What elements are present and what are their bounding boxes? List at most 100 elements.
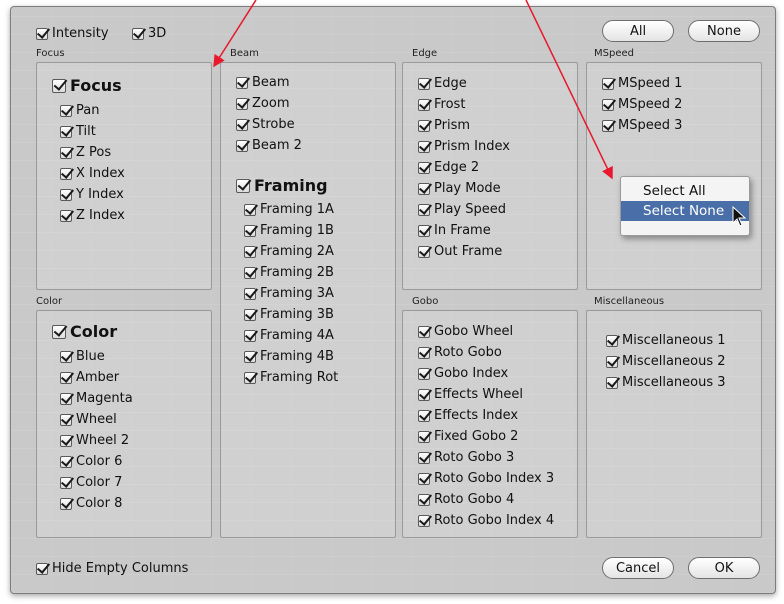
menu-item-select-all[interactable]: Select All (621, 181, 749, 201)
checkbox-item[interactable]: Miscellaneous 1 (606, 333, 726, 348)
checkbox-item[interactable]: MSpeed 1 (602, 76, 682, 91)
checkbox-checked-icon (418, 514, 430, 527)
checkbox-item[interactable]: Strobe (236, 117, 295, 132)
checkbox-item[interactable]: Frost (418, 97, 465, 112)
checkbox-checked-icon (418, 325, 430, 338)
checkbox-item[interactable]: Out Frame (418, 244, 502, 259)
checkbox-checked-icon (606, 376, 618, 389)
checkbox-item[interactable]: Prism (418, 118, 470, 133)
section-title-gobo: Gobo (412, 296, 439, 307)
checkbox-item[interactable]: Tilt (60, 124, 96, 139)
checkbox-item[interactable]: Framing 2A (244, 244, 334, 259)
checkbox-item[interactable]: Color 8 (60, 496, 122, 511)
checkbox-item[interactable]: Z Pos (60, 145, 111, 160)
3d-checkbox[interactable]: 3D (132, 26, 166, 41)
checkbox-item[interactable]: Color 7 (60, 475, 122, 490)
none-button[interactable]: None (688, 20, 760, 42)
checkbox-checked-icon (244, 371, 256, 384)
hide-empty-columns-checkbox[interactable]: Hide Empty Columns (36, 561, 188, 576)
checkbox-item[interactable]: Miscellaneous 3 (606, 375, 726, 390)
checkbox-checked-icon (60, 392, 72, 405)
checkbox-checked-icon (60, 146, 72, 159)
checkbox-item[interactable]: Beam 2 (236, 138, 302, 153)
checkbox-item[interactable]: Framing 1B (244, 223, 334, 238)
checkbox-item[interactable]: Edge 2 (418, 160, 479, 175)
checkbox-item[interactable]: Gobo Wheel (418, 324, 513, 339)
checkbox-item[interactable]: Y Index (60, 187, 124, 202)
checkbox-checked-icon (60, 125, 72, 138)
checkbox-item[interactable]: Beam (236, 75, 290, 90)
checkbox-item[interactable]: Fixed Gobo 2 (418, 429, 518, 444)
checkbox-item[interactable]: Roto Gobo 3 (418, 450, 514, 465)
checkbox-checked-icon (60, 455, 72, 468)
checkbox-checked-icon (60, 434, 72, 447)
checkbox-item[interactable]: Edge (418, 76, 467, 91)
checkbox-item[interactable]: Miscellaneous 2 (606, 354, 726, 369)
checkbox-item[interactable]: Play Speed (418, 202, 506, 217)
checkbox-item[interactable]: Framing 4B (244, 349, 334, 364)
context-menu: Select All Select None (620, 176, 750, 236)
checkbox-item[interactable]: Roto Gobo Index 3 (418, 471, 554, 486)
checkbox-item[interactable]: Roto Gobo Index 4 (418, 513, 554, 528)
checkbox-checked-icon (60, 476, 72, 489)
checkbox-item[interactable]: Gobo Index (418, 366, 508, 381)
checkbox-item[interactable]: Z Index (60, 208, 125, 223)
checkbox-item[interactable]: Roto Gobo 4 (418, 492, 514, 507)
focus-group-checkbox[interactable]: Focus (52, 76, 122, 95)
checkbox-item[interactable]: Play Mode (418, 181, 501, 196)
checkbox-checked-icon (236, 139, 248, 152)
checkbox-checked-icon (132, 27, 144, 40)
checkbox-item[interactable]: Framing 4A (244, 328, 334, 343)
checkbox-item[interactable]: Effects Wheel (418, 387, 523, 402)
checkbox-item[interactable]: Blue (60, 349, 105, 364)
checkbox-item[interactable]: Amber (60, 370, 119, 385)
checkbox-item[interactable]: Color 6 (60, 454, 122, 469)
checkbox-checked-icon (52, 78, 66, 93)
checkbox-checked-icon (418, 98, 430, 111)
checkbox-checked-icon (244, 308, 256, 321)
checkbox-item[interactable]: Framing 1A (244, 202, 334, 217)
checkbox-checked-icon (418, 472, 430, 485)
checkbox-item[interactable]: Roto Gobo (418, 345, 502, 360)
checkbox-checked-icon (418, 182, 430, 195)
checkbox-item[interactable]: Framing 2B (244, 265, 334, 280)
checkbox-checked-icon (418, 409, 430, 422)
checkbox-checked-icon (418, 161, 430, 174)
framing-group-checkbox[interactable]: Framing (236, 176, 328, 195)
checkbox-item[interactable]: MSpeed 3 (602, 118, 682, 133)
checkbox-checked-icon (36, 562, 48, 575)
checkbox-checked-icon (418, 245, 430, 258)
section-title-misc: Miscellaneous (594, 296, 665, 307)
checkbox-checked-icon (418, 224, 430, 237)
checkbox-checked-icon (418, 77, 430, 90)
checkbox-checked-icon (602, 98, 614, 111)
checkbox-checked-icon (418, 203, 430, 216)
checkbox-item[interactable]: X Index (60, 166, 125, 181)
checkbox-item[interactable]: Prism Index (418, 139, 510, 154)
checkbox-checked-icon (36, 27, 48, 40)
checkbox-checked-icon (236, 97, 248, 110)
checkbox-item[interactable]: MSpeed 2 (602, 97, 682, 112)
checkbox-checked-icon (60, 371, 72, 384)
intensity-checkbox[interactable]: Intensity (36, 26, 109, 41)
checkbox-item[interactable]: Framing Rot (244, 370, 338, 385)
checkbox-item[interactable]: Magenta (60, 391, 133, 406)
cancel-button[interactable]: Cancel (602, 557, 674, 579)
ok-button[interactable]: OK (688, 557, 760, 579)
checkbox-item[interactable]: Wheel 2 (60, 433, 129, 448)
color-group-checkbox[interactable]: Color (52, 322, 117, 341)
checkbox-checked-icon (60, 104, 72, 117)
checkbox-item[interactable]: In Frame (418, 223, 491, 238)
checkbox-checked-icon (60, 413, 72, 426)
checkbox-checked-icon (418, 119, 430, 132)
checkbox-checked-icon (606, 334, 618, 347)
checkbox-item[interactable]: Effects Index (418, 408, 518, 423)
checkbox-item[interactable]: Wheel (60, 412, 117, 427)
checkbox-item[interactable]: Zoom (236, 96, 289, 111)
checkbox-item[interactable]: Framing 3A (244, 286, 334, 301)
checkbox-item[interactable]: Pan (60, 103, 99, 118)
all-button[interactable]: All (602, 20, 674, 42)
menu-item-select-none[interactable]: Select None (621, 201, 749, 221)
checkbox-checked-icon (60, 497, 72, 510)
checkbox-item[interactable]: Framing 3B (244, 307, 334, 322)
